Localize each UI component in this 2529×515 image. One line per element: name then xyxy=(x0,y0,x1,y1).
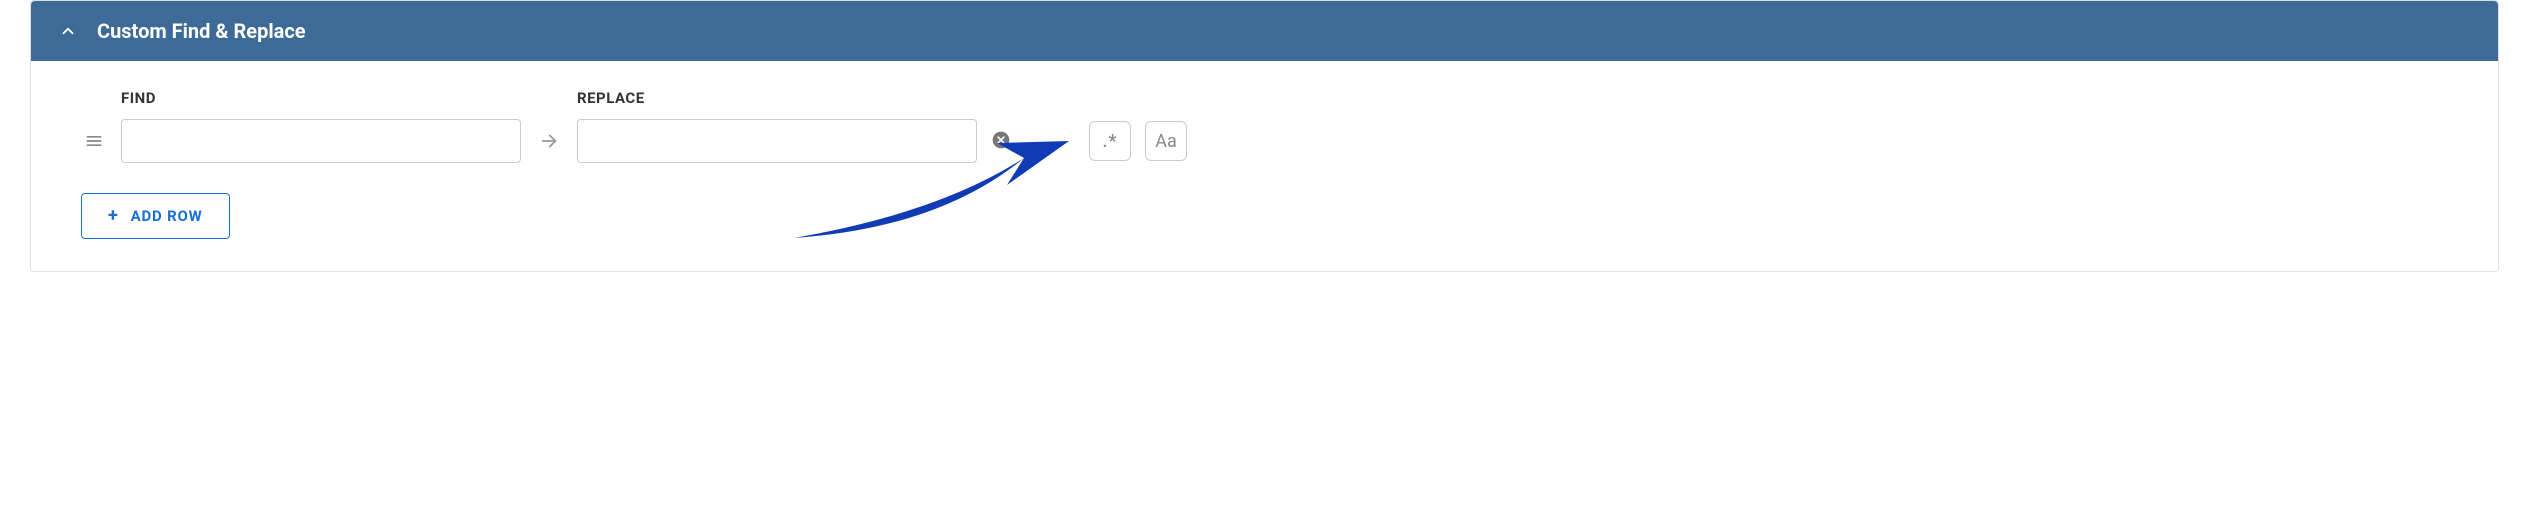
replace-label: REPLACE xyxy=(577,89,645,107)
find-replace-panel: Custom Find & Replace FIND REPLACE .* xyxy=(30,0,2499,272)
regex-toggle-button[interactable]: .* xyxy=(1089,121,1131,161)
regex-icon: .* xyxy=(1103,131,1118,152)
add-row-label: ADD ROW xyxy=(131,207,203,225)
find-replace-row: .* Aa xyxy=(81,119,2448,163)
case-icon: Aa xyxy=(1155,131,1177,152)
labels-row: FIND REPLACE xyxy=(81,89,2448,107)
drag-handle-icon[interactable] xyxy=(81,131,107,151)
close-circle-icon xyxy=(991,130,1011,153)
remove-row-button[interactable] xyxy=(991,130,1011,153)
add-row-button[interactable]: + ADD ROW xyxy=(81,193,230,239)
replace-input[interactable] xyxy=(577,119,977,163)
panel-title: Custom Find & Replace xyxy=(97,19,306,43)
panel-header[interactable]: Custom Find & Replace xyxy=(31,1,2498,61)
arrow-right-icon xyxy=(535,130,563,152)
panel-body: FIND REPLACE .* Aa xyxy=(31,61,2498,271)
plus-icon: + xyxy=(108,207,119,225)
chevron-up-icon[interactable] xyxy=(59,22,77,40)
case-sensitive-toggle-button[interactable]: Aa xyxy=(1145,121,1187,161)
find-label: FIND xyxy=(121,89,521,107)
find-input[interactable] xyxy=(121,119,521,163)
